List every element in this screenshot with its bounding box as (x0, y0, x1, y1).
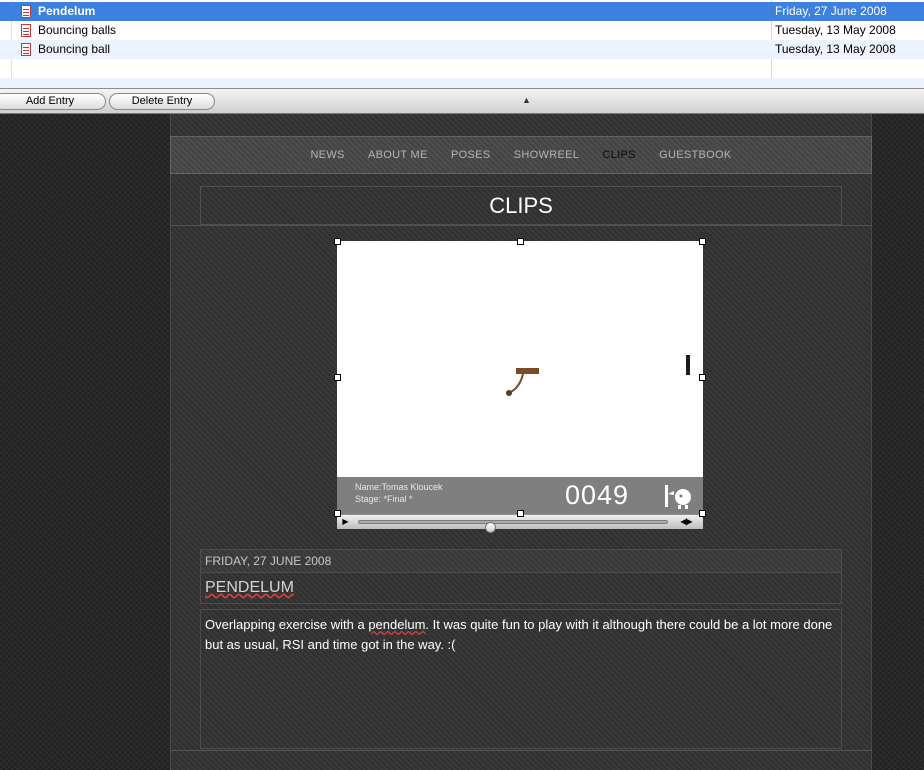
mascot-icon (665, 485, 691, 509)
collapse-arrow-icon[interactable]: ▲ (522, 95, 531, 105)
add-entry-button[interactable]: Add Entry (0, 93, 106, 110)
document-icon (21, 5, 31, 18)
resize-handle[interactable] (699, 510, 706, 517)
post-body: Overlapping exercise with a pendelum. It… (205, 615, 837, 655)
nav-guestbook[interactable]: GUESTBOOK (659, 149, 731, 161)
animator-name: Name:Tomas Kloucek (355, 482, 443, 492)
step-frame-buttons[interactable]: ◀|▶ (672, 516, 700, 527)
entry-title: Bouncing balls (38, 23, 117, 37)
resize-handle[interactable] (699, 238, 706, 245)
nav-clips[interactable]: CLIPS (603, 149, 636, 161)
entry-date: Friday, 27 June 2008 (775, 4, 887, 18)
entry-row-pendelum[interactable]: Pendelum Friday, 27 June 2008 (0, 2, 924, 21)
entry-date: Tuesday, 13 May 2008 (775, 23, 896, 37)
page-preview: NEWS ABOUT ME POSES SHOWREEL CLIPS GUEST… (0, 114, 924, 770)
nav-news[interactable]: NEWS (310, 149, 344, 161)
empty-row (0, 59, 924, 78)
resize-handle[interactable] (334, 510, 341, 517)
pendulum-mount (516, 368, 539, 374)
document-icon (21, 24, 31, 37)
post-title[interactable]: PENDELUM (205, 579, 294, 597)
nav-showreel[interactable]: SHOWREEL (514, 149, 579, 161)
animation-stage: Stage: *Final * (355, 494, 413, 504)
pendulum-rod (509, 373, 524, 394)
post-body-text: Overlapping exercise with a (205, 617, 369, 632)
play-button[interactable]: ▶ (339, 516, 352, 527)
footer-divider (170, 750, 872, 751)
entry-list: Pendelum Friday, 27 June 2008 Bouncing b… (0, 0, 924, 88)
empty-row (0, 78, 924, 88)
page-title: CLIPS (200, 186, 842, 225)
resize-handle[interactable] (517, 238, 524, 245)
entry-toolbar: Add Entry Delete Entry ▲ (0, 88, 924, 114)
resize-handle[interactable] (334, 238, 341, 245)
scrub-track[interactable] (358, 520, 668, 533)
heading-divider (170, 225, 872, 226)
frame-counter: 0049 (565, 480, 630, 510)
misspelled-word: pendelum (368, 617, 426, 632)
movie-embed[interactable]: Name:Tomas Kloucek Stage: *Final * 0049 … (334, 238, 706, 533)
entry-row-bouncing-ball[interactable]: Bouncing ball Tuesday, 13 May 2008 (0, 40, 924, 59)
entry-date: Tuesday, 13 May 2008 (775, 42, 896, 56)
frame-marker (686, 355, 690, 375)
nav-about-me[interactable]: ABOUT ME (368, 149, 428, 161)
resize-handle[interactable] (699, 374, 706, 381)
resize-handle[interactable] (334, 374, 341, 381)
resize-handle[interactable] (517, 510, 524, 517)
entry-title: Bouncing ball (38, 42, 111, 56)
post-title-box: PENDELUM (200, 573, 842, 604)
nav-poses[interactable]: POSES (451, 149, 490, 161)
document-icon (21, 43, 31, 56)
scrub-thumb[interactable] (484, 522, 496, 533)
entry-title: Pendelum (38, 4, 96, 18)
post-date: FRIDAY, 27 JUNE 2008 (200, 549, 842, 573)
pendulum-animation-frame (506, 355, 690, 396)
delete-entry-button[interactable]: Delete Entry (109, 93, 215, 110)
post-body-box[interactable]: Overlapping exercise with a pendelum. It… (200, 609, 842, 749)
entry-row-bouncing-balls[interactable]: Bouncing balls Tuesday, 13 May 2008 (0, 21, 924, 40)
pendulum-bob (506, 390, 512, 396)
movie-info-bar: Name:Tomas Kloucek Stage: *Final * 0049 (337, 477, 703, 514)
main-navigation: NEWS ABOUT ME POSES SHOWREEL CLIPS GUEST… (170, 136, 872, 174)
